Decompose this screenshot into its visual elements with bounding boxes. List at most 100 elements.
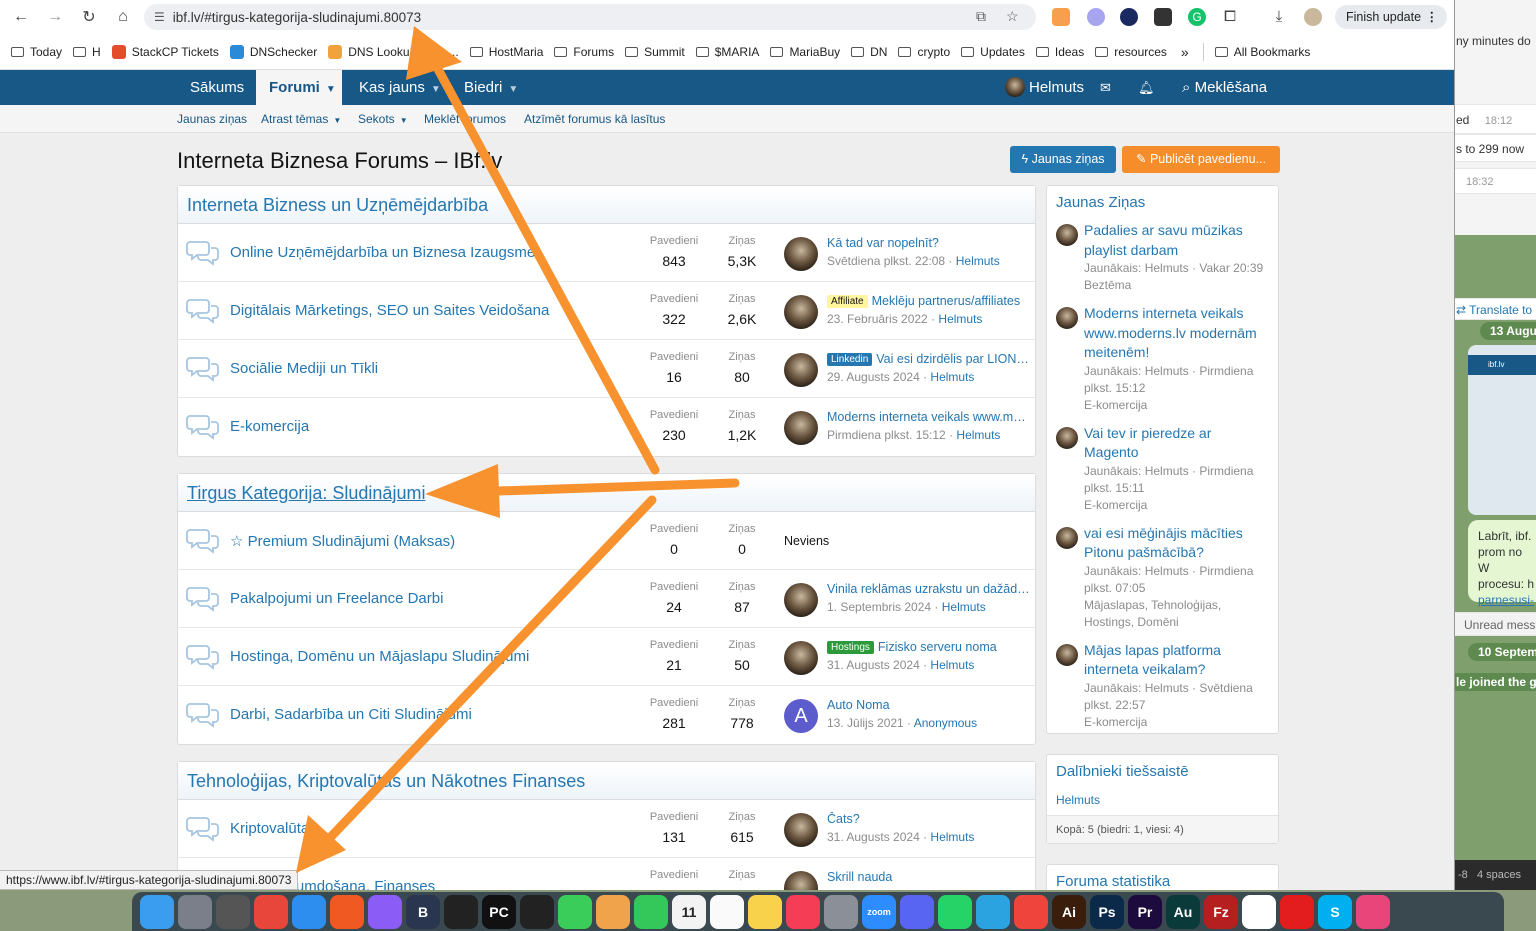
dock-terminal-icon[interactable] bbox=[520, 894, 554, 929]
subnav-search-forums[interactable]: Meklēt forumos bbox=[424, 112, 506, 126]
extension-icon[interactable] bbox=[1154, 8, 1172, 26]
dock-launchpad-icon[interactable] bbox=[178, 894, 212, 929]
category-title[interactable]: Tehnoloģijas, Kriptovalūtas un Nākotnes … bbox=[178, 762, 1035, 800]
bookmark-1[interactable]: H bbox=[73, 45, 101, 59]
latest-post-title[interactable]: Skrill nauda bbox=[827, 870, 1032, 884]
subnav-watched[interactable]: Sekots ▼ bbox=[358, 112, 408, 126]
download-icon[interactable]: ⤓ bbox=[1270, 8, 1288, 26]
latest-post-user[interactable]: Anonymous bbox=[914, 716, 977, 730]
finish-update-button[interactable]: Finish update ⋮ bbox=[1335, 5, 1447, 29]
extension-icon[interactable] bbox=[1087, 8, 1105, 26]
all-bookmarks-button[interactable]: All Bookmarks bbox=[1214, 45, 1310, 59]
chevron-down-icon[interactable]: ▼ bbox=[508, 84, 518, 95]
latest-post-title[interactable]: LinkedinVai esi dzirdēlis par LION Finan… bbox=[827, 352, 1032, 366]
bookmark-8[interactable]: $MARIA bbox=[695, 45, 759, 59]
translate-link[interactable]: ⇄ Translate to bbox=[1450, 298, 1536, 320]
forum-title-link[interactable]: Online Uzņēmējdarbība un Biznesa Izaugsm… bbox=[230, 244, 535, 261]
dock-illustrator-icon[interactable]: Ai bbox=[1052, 894, 1086, 929]
latest-post-title[interactable]: Vinila reklāmas uzrakstu un dažādu uzlīm… bbox=[827, 582, 1032, 596]
dock-chatgpt-icon[interactable] bbox=[1242, 894, 1276, 929]
avatar[interactable] bbox=[784, 353, 818, 387]
bookmark-10[interactable]: DN bbox=[851, 45, 887, 59]
new-posts-button[interactable]: ϟ Jaunas ziņas bbox=[1010, 146, 1116, 173]
profile-avatar[interactable] bbox=[1304, 8, 1322, 26]
forum-title-link[interactable]: E-komercija bbox=[230, 418, 309, 435]
sidebar-post-title[interactable]: vai esi mēģinājis mācīties Pitonu pašmāc… bbox=[1084, 524, 1264, 563]
thread-prefix-badge[interactable]: Hostings bbox=[827, 641, 874, 654]
alerts-bell-icon[interactable]: 🔔︎ bbox=[1138, 70, 1155, 105]
nav-user-account[interactable]: Helmuts bbox=[1005, 70, 1084, 105]
forum-title-link[interactable]: Digitālais Mārketings, SEO un Saites Vei… bbox=[230, 302, 549, 319]
site-settings-icon[interactable]: ☰ bbox=[154, 10, 165, 24]
dock-settings-icon[interactable] bbox=[824, 894, 858, 929]
latest-post-user[interactable]: Helmuts bbox=[930, 658, 974, 672]
chat-image-thumbnail[interactable]: ibf.lv bbox=[1468, 345, 1536, 515]
nav-tab-members[interactable]: Biedri ▼ bbox=[464, 70, 518, 105]
metamask-icon[interactable] bbox=[1052, 8, 1070, 26]
dock-whatsapp-icon[interactable] bbox=[938, 894, 972, 929]
avatar[interactable]: A bbox=[784, 699, 818, 733]
subnav-new-posts[interactable]: Jaunas ziņas bbox=[177, 112, 247, 126]
dock-safari-icon[interactable] bbox=[292, 894, 326, 929]
sidebar-post-forum[interactable]: E-komercija bbox=[1084, 397, 1264, 414]
forum-title-link[interactable]: Darbi, Sadarbība un Citi Sludinājumi bbox=[230, 706, 472, 723]
bookmark-star-icon[interactable]: ☆ bbox=[1006, 8, 1019, 25]
dock-calendar-icon[interactable]: 11 bbox=[672, 894, 706, 929]
dock-photos-icon[interactable] bbox=[596, 894, 630, 929]
thread-prefix-badge[interactable]: Affiliate bbox=[827, 295, 868, 308]
dock-anydesk-icon[interactable] bbox=[1014, 894, 1048, 929]
bookmark-13[interactable]: Ideas bbox=[1035, 45, 1084, 59]
latest-post-title[interactable]: Moderns interneta veikals www.moderns.lv bbox=[827, 410, 1032, 424]
subnav-mark-read[interactable]: Atzīmēt forumus kā lasītus bbox=[524, 112, 665, 126]
grammarly-icon[interactable]: G bbox=[1188, 8, 1206, 26]
dock-messages-icon[interactable] bbox=[558, 894, 592, 929]
latest-post-user[interactable]: Helmuts bbox=[942, 600, 986, 614]
avatar[interactable] bbox=[1056, 643, 1078, 666]
more-bookmarks-button[interactable]: » bbox=[1181, 44, 1189, 60]
sidebar-post-forum[interactable]: E-komercija bbox=[1084, 714, 1264, 731]
avatar[interactable] bbox=[1056, 224, 1078, 246]
back-arrow-icon[interactable]: ← bbox=[4, 8, 38, 26]
home-icon[interactable]: ⌂ bbox=[106, 8, 140, 26]
dock-brave-icon[interactable] bbox=[330, 894, 364, 929]
sidebar-post-forum[interactable]: Mājaslapas, Tehnoloģijas, Hostings, Domē… bbox=[1084, 597, 1264, 631]
category-title[interactable]: Interneta Bizness un Uzņēmējdarbība bbox=[178, 186, 1035, 224]
avatar[interactable] bbox=[784, 641, 818, 675]
dock-filezilla-icon[interactable]: Fz bbox=[1204, 894, 1238, 929]
avatar[interactable] bbox=[784, 871, 818, 890]
sidebar-post-title[interactable]: Vai tev ir pieredze ar Magento bbox=[1084, 424, 1264, 463]
dock-finder-icon[interactable] bbox=[140, 894, 174, 929]
bookmark-6[interactable]: Forums bbox=[554, 45, 614, 59]
latest-post-title[interactable]: Čats? bbox=[827, 812, 1032, 826]
sidebar-post-title[interactable]: Moderns interneta veikals www.moderns.lv… bbox=[1084, 304, 1264, 363]
dock-skype-icon[interactable]: S bbox=[1318, 894, 1352, 929]
sidebar-post-forum[interactable]: Beztēma bbox=[1084, 277, 1264, 294]
forward-arrow-icon[interactable]: → bbox=[38, 8, 72, 26]
bookmark-2[interactable]: StackCP Tickets bbox=[111, 44, 219, 59]
bookmark-9[interactable]: MariaBuy bbox=[770, 45, 840, 59]
bookmark-14[interactable]: resources bbox=[1095, 45, 1167, 59]
dock-music-icon[interactable] bbox=[786, 894, 820, 929]
latest-post-title[interactable]: Auto Noma bbox=[827, 698, 1032, 712]
dock-bbedit-icon[interactable]: B bbox=[406, 894, 440, 929]
nav-tab-whats-new[interactable]: Kas jauns ▼ bbox=[359, 70, 441, 105]
avatar[interactable] bbox=[784, 813, 818, 847]
sidebar-post-title[interactable]: Padalies ar savu mūzikas playlist darbam bbox=[1084, 221, 1264, 260]
sidebar-post-forum[interactable]: E-komercija bbox=[1084, 497, 1264, 514]
inbox-icon[interactable]: ✉ bbox=[1100, 70, 1111, 105]
nav-tab-forums[interactable]: Forumi ▼ bbox=[256, 70, 342, 105]
latest-post-user[interactable]: Helmuts bbox=[956, 428, 1000, 442]
bookmark-7[interactable]: Summit bbox=[625, 45, 685, 59]
latest-post-user[interactable]: Helmuts bbox=[956, 254, 1000, 268]
sidebar-post-title[interactable]: Mājas lapas platforma interneta veikalam… bbox=[1084, 641, 1264, 680]
bookmark-11[interactable]: crypto bbox=[898, 45, 950, 59]
dock-premiere-icon[interactable]: Pr bbox=[1128, 894, 1162, 929]
forum-title-link[interactable]: Sociālie Mediji un Tīkli bbox=[230, 360, 378, 377]
bookmark-0[interactable]: Today bbox=[11, 45, 62, 59]
latest-post-title[interactable]: Kā tad var nopelnīt? bbox=[827, 236, 1032, 250]
bookmark-5[interactable]: HostMaria bbox=[469, 45, 543, 59]
reload-icon[interactable]: ↻ bbox=[72, 7, 106, 27]
forum-title-link[interactable]: Pakalpojumi un Freelance Darbi bbox=[230, 590, 443, 607]
avatar[interactable] bbox=[784, 295, 818, 329]
extension-icon[interactable] bbox=[1120, 8, 1138, 26]
